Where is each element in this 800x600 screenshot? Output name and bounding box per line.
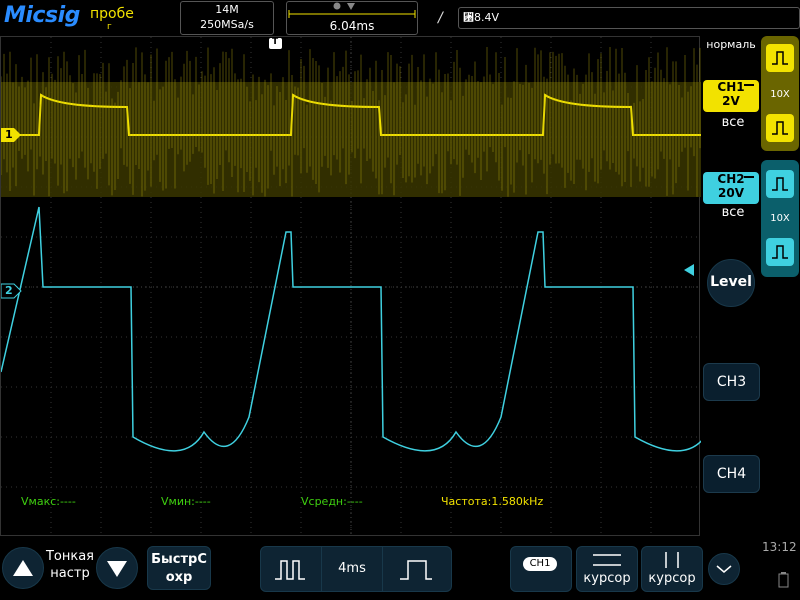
timebase-position-box[interactable]: 6.04ms <box>286 1 418 35</box>
timebase-wide-icon[interactable] <box>396 555 436 583</box>
probe-menu-sub: г <box>107 22 112 32</box>
ch2-pulse-high-icon[interactable] <box>766 170 794 198</box>
clock: 13:12 <box>762 540 797 554</box>
expand-menu-button[interactable] <box>708 553 740 585</box>
trigger-marker-label: T <box>272 37 279 47</box>
level-label: Level <box>710 274 752 290</box>
rising-edge-icon[interactable]: / <box>438 10 443 26</box>
cursor-vertical-button[interactable]: курсор <box>641 546 703 592</box>
timebase-position-value: 6.04ms <box>329 19 375 33</box>
sample-rate: 250MSa/s <box>200 18 254 31</box>
ch2-dc-icon <box>744 176 754 178</box>
ch1-label: CH1 <box>717 80 745 94</box>
timebase-control: 4ms <box>260 546 452 592</box>
micsig-logo: Micsig <box>4 3 80 28</box>
acquisition-box[interactable]: 14M 250MSa/s <box>180 1 274 35</box>
ch2-marker-label: 2 <box>5 284 13 297</box>
memory-depth: 14M <box>215 3 239 16</box>
trigger-position-icon <box>333 2 355 10</box>
ch1-marker-label: 1 <box>5 128 13 141</box>
cursor-horizontal-button[interactable]: курсор <box>576 546 638 592</box>
waveform-canvas <box>1 37 701 537</box>
timebase-value: 4ms <box>321 547 383 591</box>
ch2-coupling[interactable]: все <box>703 205 763 220</box>
horizontal-cursor-icon <box>593 554 621 566</box>
vmax-measurement: Vмакс:---- <box>21 495 76 508</box>
ch2-pulse-low-icon[interactable] <box>766 238 794 266</box>
memory-overview <box>288 2 416 18</box>
arrow-up-icon <box>13 560 33 576</box>
ch1-dc-icon <box>744 84 754 86</box>
ch3-button[interactable]: CH3 <box>703 363 760 401</box>
trigger-level-value: ␸8.4V <box>463 11 500 24</box>
fine-up-button[interactable] <box>2 547 44 589</box>
quick-save-button[interactable]: БыстрС охр <box>147 546 211 590</box>
vmin-measurement: Vмин:---- <box>161 495 211 508</box>
ch1-scale: 2V <box>722 94 740 108</box>
fine-down-button[interactable] <box>96 547 138 589</box>
cursor2-label: курсор <box>648 571 696 586</box>
trigger-mode[interactable]: нормаль <box>700 38 762 51</box>
ch1-probe-panel[interactable]: 10X <box>761 36 799 151</box>
channel-select-button[interactable]: CH1 <box>510 546 572 592</box>
vavg-measurement: Vсредн:---- <box>301 495 363 508</box>
ch4-button[interactable]: CH4 <box>703 455 760 493</box>
ch1-coupling[interactable]: все <box>703 115 763 130</box>
trigger-level-box[interactable]: ␸8.4V <box>458 7 800 29</box>
probe-menu-button[interactable]: пробе <box>90 6 134 22</box>
ch1-probe-ratio: 10X <box>770 89 790 100</box>
level-knob[interactable]: Level <box>707 259 755 307</box>
ch1-pulse-low-icon[interactable] <box>766 114 794 142</box>
battery-icon <box>778 572 789 588</box>
ch2-waveform <box>1 206 701 452</box>
trigger-level-arrow-icon <box>684 264 694 276</box>
arrow-down-icon <box>107 561 127 577</box>
timebase-narrow-icon[interactable] <box>271 555 311 583</box>
ch2-scale: 20V <box>718 186 744 200</box>
cursor1-label: курсор <box>583 571 631 586</box>
ch2-probe-panel[interactable]: 10X <box>761 160 799 277</box>
waveform-display[interactable]: T 1 2 Vмакс:---- Vмин:---- Vсредн:---- Ч… <box>0 36 701 537</box>
ch2-label: CH2 <box>717 172 745 186</box>
chevron-down-icon <box>716 565 732 573</box>
frequency-measurement: Частота:1.580kHz <box>441 495 544 508</box>
fine-tune-label: Тонкая настр <box>45 549 95 581</box>
vertical-cursor-icon <box>665 552 679 568</box>
ch1-pulse-high-icon[interactable] <box>766 44 794 72</box>
ch2-probe-ratio: 10X <box>770 213 790 224</box>
ch1-tag: CH1 <box>523 557 557 571</box>
